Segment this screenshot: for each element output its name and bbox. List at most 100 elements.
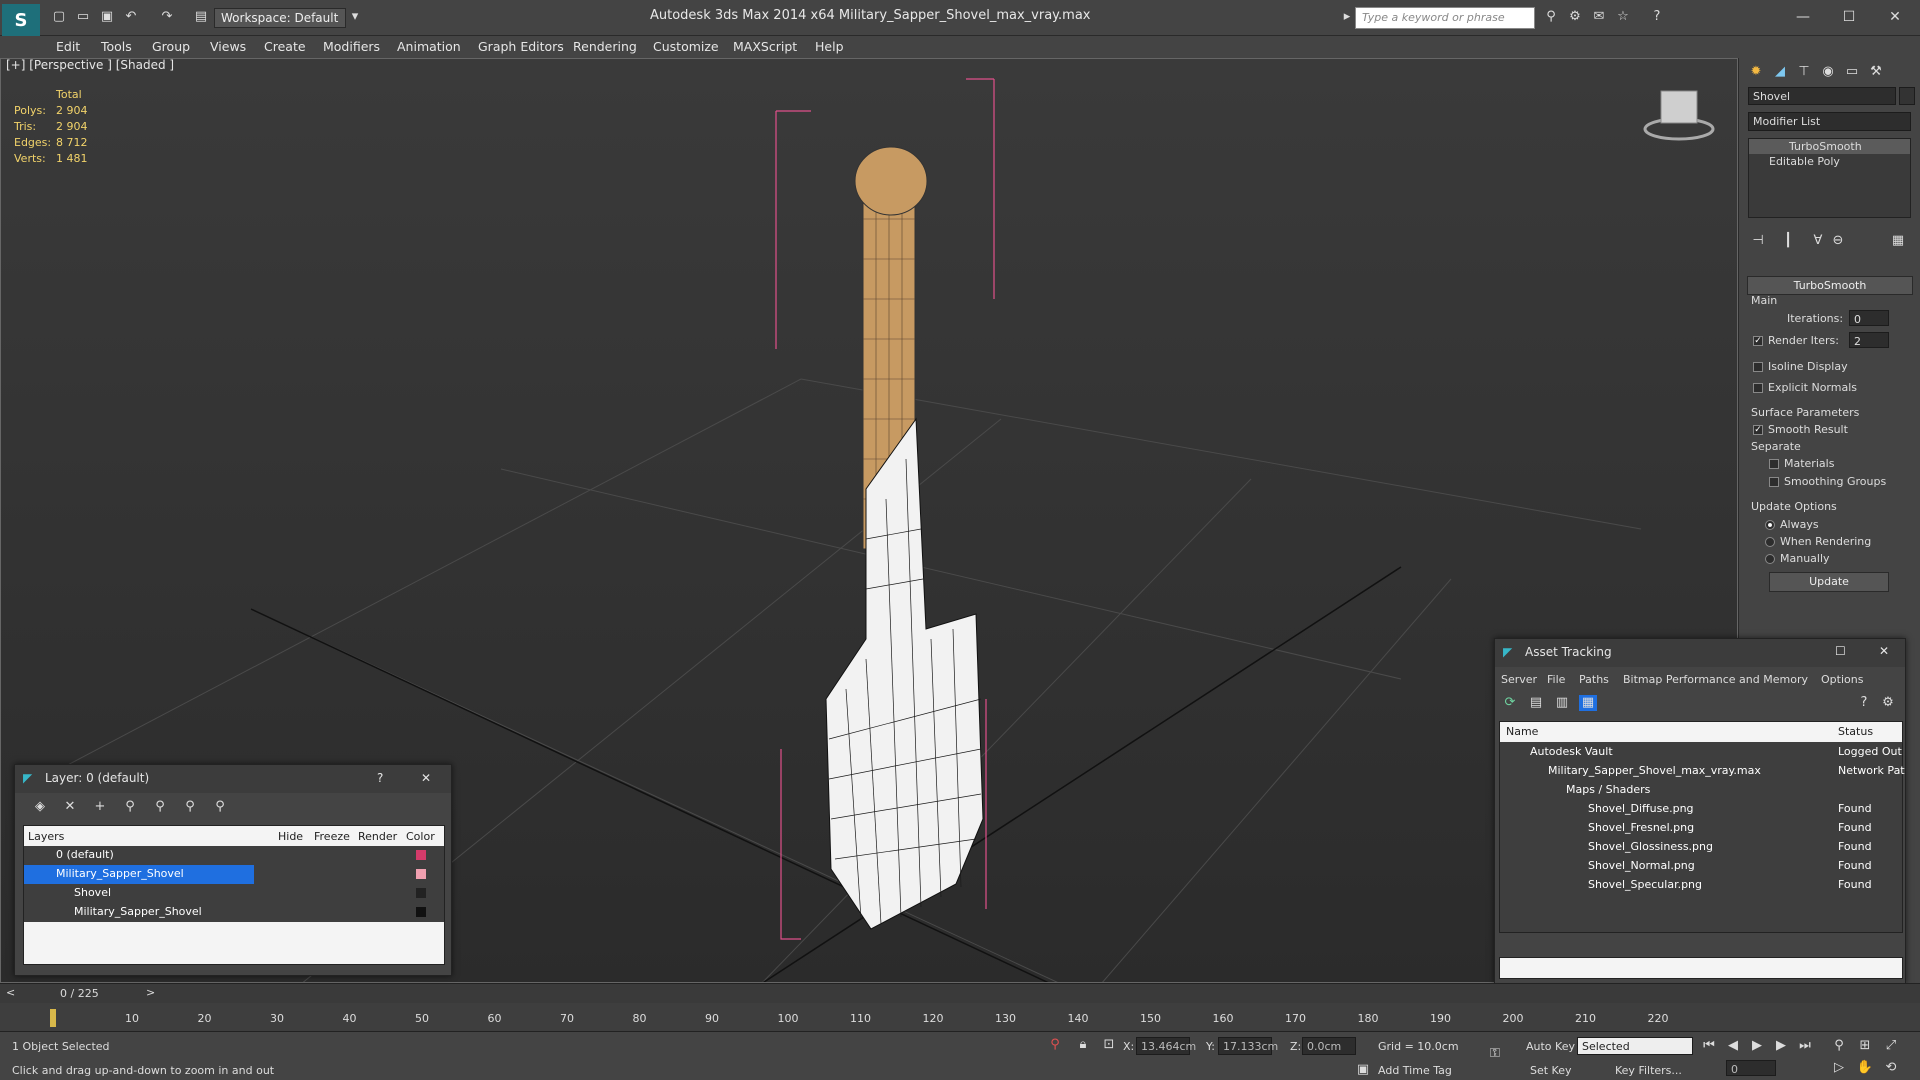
track-bar[interactable] xyxy=(0,1003,1920,1031)
search-toggle-icon[interactable]: ▸ xyxy=(1338,9,1356,25)
subscription-icon[interactable]: ⚙ xyxy=(1566,9,1584,25)
smooth-result-checkbox[interactable]: ✓ Smooth Result xyxy=(1753,423,1848,436)
table-view-icon[interactable]: ▥ xyxy=(1553,695,1571,711)
add-to-layer-icon[interactable]: + xyxy=(91,799,109,815)
menu-create[interactable]: Create xyxy=(264,39,306,54)
menu-tools[interactable]: Tools xyxy=(101,39,132,54)
menu-views[interactable]: Views xyxy=(210,39,246,54)
table-row[interactable]: Shovel_Glossiness.png xyxy=(1588,840,1713,853)
field-of-view-icon[interactable]: ▷ xyxy=(1830,1060,1848,1076)
communication-icon[interactable]: ✉ xyxy=(1590,9,1608,25)
asset-menu-paths[interactable]: Paths xyxy=(1579,673,1609,686)
pin-stack-icon[interactable]: ⊣ xyxy=(1749,233,1767,249)
table-row[interactable]: Shovel_Fresnel.png xyxy=(1588,821,1694,834)
play-icon[interactable]: ▶ xyxy=(1748,1038,1766,1054)
update-button[interactable]: Update xyxy=(1769,572,1889,592)
create-tab-icon[interactable]: ✹ xyxy=(1747,64,1765,80)
zoom-extents-icon[interactable]: ⊞ xyxy=(1856,1038,1874,1054)
always-radio[interactable]: Always xyxy=(1765,518,1819,531)
layer-close-button[interactable]: ✕ xyxy=(421,771,431,785)
time-tag-icon[interactable]: ▣ xyxy=(1354,1062,1372,1078)
refresh-icon[interactable]: ⟳ xyxy=(1501,695,1519,711)
lock-selection-icon[interactable]: 🔒︎ xyxy=(1074,1037,1092,1053)
layer-dialog-titlebar[interactable]: ◤ Layer: 0 (default) ? ✕ xyxy=(15,765,451,793)
orbit-icon[interactable]: ⟲ xyxy=(1882,1060,1900,1076)
y-coordinate-field[interactable]: 17.133cm xyxy=(1218,1037,1278,1055)
col-freeze[interactable]: Freeze xyxy=(314,830,350,843)
workspace-dropdown[interactable]: Workspace: Default xyxy=(214,8,346,28)
zoom-icon[interactable]: ⚲ xyxy=(1830,1038,1848,1054)
help-icon[interactable]: ? xyxy=(1648,9,1666,25)
col-render[interactable]: Render xyxy=(358,830,398,843)
layer-help-button[interactable]: ? xyxy=(377,771,383,785)
highlight-layer-icon[interactable]: ⚲ xyxy=(151,799,169,815)
maximize-viewport-icon[interactable]: ⤢ xyxy=(1882,1038,1900,1054)
layer-color-swatch[interactable] xyxy=(416,869,426,879)
z-coordinate-field[interactable]: 0.0cm xyxy=(1302,1037,1356,1055)
asset-path-field[interactable] xyxy=(1499,957,1903,979)
minimize-button[interactable]: — xyxy=(1780,4,1826,30)
menu-edit[interactable]: Edit xyxy=(56,39,80,54)
next-frame-icon[interactable]: ▶ xyxy=(1772,1038,1790,1054)
table-row[interactable]: Autodesk Vault xyxy=(1530,745,1613,758)
save-icon[interactable]: ▣ xyxy=(98,9,116,25)
turbosmooth-rollout-header[interactable]: TurboSmooth xyxy=(1747,276,1913,295)
manually-radio[interactable]: Manually xyxy=(1765,552,1830,565)
binoculars-icon[interactable]: ⚲ xyxy=(1542,9,1560,25)
stack-item-turbosmooth[interactable]: TurboSmooth xyxy=(1749,139,1910,154)
table-row[interactable]: Shovel xyxy=(24,884,444,903)
explicit-normals-checkbox[interactable]: Explicit Normals xyxy=(1753,381,1857,394)
col-hide[interactable]: Hide xyxy=(278,830,304,843)
col-status[interactable]: Status xyxy=(1834,722,1902,742)
selection-set-dropdown[interactable]: Selected xyxy=(1577,1037,1693,1055)
open-file-icon[interactable]: ▭ xyxy=(74,9,92,25)
list-view-icon[interactable]: ▤ xyxy=(1527,695,1545,711)
menu-customize[interactable]: Customize xyxy=(653,39,719,54)
hide-all-layers-icon[interactable]: ⚲ xyxy=(181,799,199,815)
viewport-label[interactable]: [+] [Perspective ] [Shaded ] xyxy=(6,58,174,72)
current-frame-field[interactable]: 0 xyxy=(1726,1060,1776,1076)
layer-color-swatch[interactable] xyxy=(416,907,426,917)
table-row[interactable]: Military_Sapper_Shovel xyxy=(24,903,444,922)
auto-key-button[interactable]: Auto Key xyxy=(1526,1040,1575,1053)
show-end-result-icon[interactable]: ┃ xyxy=(1779,233,1797,249)
new-file-icon[interactable]: ▢ xyxy=(50,9,68,25)
table-row[interactable]: Military_Sapper_Shovel_max_vray.max xyxy=(1548,764,1761,777)
table-row[interactable]: Shovel_Diffuse.png xyxy=(1588,802,1694,815)
menu-animation[interactable]: Animation xyxy=(397,39,461,54)
col-name[interactable]: Name xyxy=(1500,722,1834,742)
col-layers[interactable]: Layers xyxy=(28,830,65,843)
layer-color-swatch[interactable] xyxy=(416,850,426,860)
modify-tab-icon[interactable]: ◢ xyxy=(1771,64,1789,80)
menu-modifiers[interactable]: Modifiers xyxy=(323,39,380,54)
smoothing-groups-checkbox[interactable]: Smoothing Groups xyxy=(1769,475,1886,488)
time-slider[interactable]: < 0 / 225 > xyxy=(0,983,1920,1003)
time-prev-arrow[interactable]: < xyxy=(6,986,15,999)
when-rendering-radio[interactable]: When Rendering xyxy=(1765,535,1871,548)
key-icon[interactable]: ⚿ xyxy=(1486,1046,1504,1062)
asset-close-button[interactable]: ✕ xyxy=(1879,644,1889,658)
asset-menu-options[interactable]: Options xyxy=(1821,673,1863,686)
motion-tab-icon[interactable]: ◉ xyxy=(1819,64,1837,80)
col-color[interactable]: Color xyxy=(406,830,435,843)
object-name-field[interactable]: Shovel xyxy=(1748,87,1896,105)
time-next-arrow[interactable]: > xyxy=(146,986,155,999)
key-filters-button[interactable]: Key Filters... xyxy=(1615,1064,1682,1077)
maximize-button[interactable]: ☐ xyxy=(1826,4,1872,30)
menu-graph-editors[interactable]: Graph Editors xyxy=(478,39,564,54)
table-row[interactable]: 0 (default) xyxy=(24,846,444,865)
asset-help-icon[interactable]: ? xyxy=(1855,695,1873,711)
menu-group[interactable]: Group xyxy=(152,39,190,54)
render-iters-spinner[interactable]: 2 xyxy=(1849,332,1889,348)
menu-help[interactable]: Help xyxy=(815,39,844,54)
create-layer-icon[interactable]: ◈ xyxy=(31,799,49,815)
asset-dialog-titlebar[interactable]: ◤ Asset Tracking ☐ ✕ xyxy=(1495,639,1905,667)
hierarchy-tab-icon[interactable]: ⊤ xyxy=(1795,64,1813,80)
asset-maximize-button[interactable]: ☐ xyxy=(1835,644,1846,658)
make-unique-icon[interactable]: ∀ xyxy=(1809,233,1827,249)
undo-icon[interactable]: ↶ xyxy=(122,9,140,25)
layer-color-swatch[interactable] xyxy=(416,888,426,898)
remove-modifier-icon[interactable]: ⊖ xyxy=(1829,233,1847,249)
table-row[interactable]: Military_Sapper_Shovel xyxy=(24,865,254,884)
asset-menu-bitmap[interactable]: Bitmap Performance and Memory xyxy=(1623,673,1808,686)
